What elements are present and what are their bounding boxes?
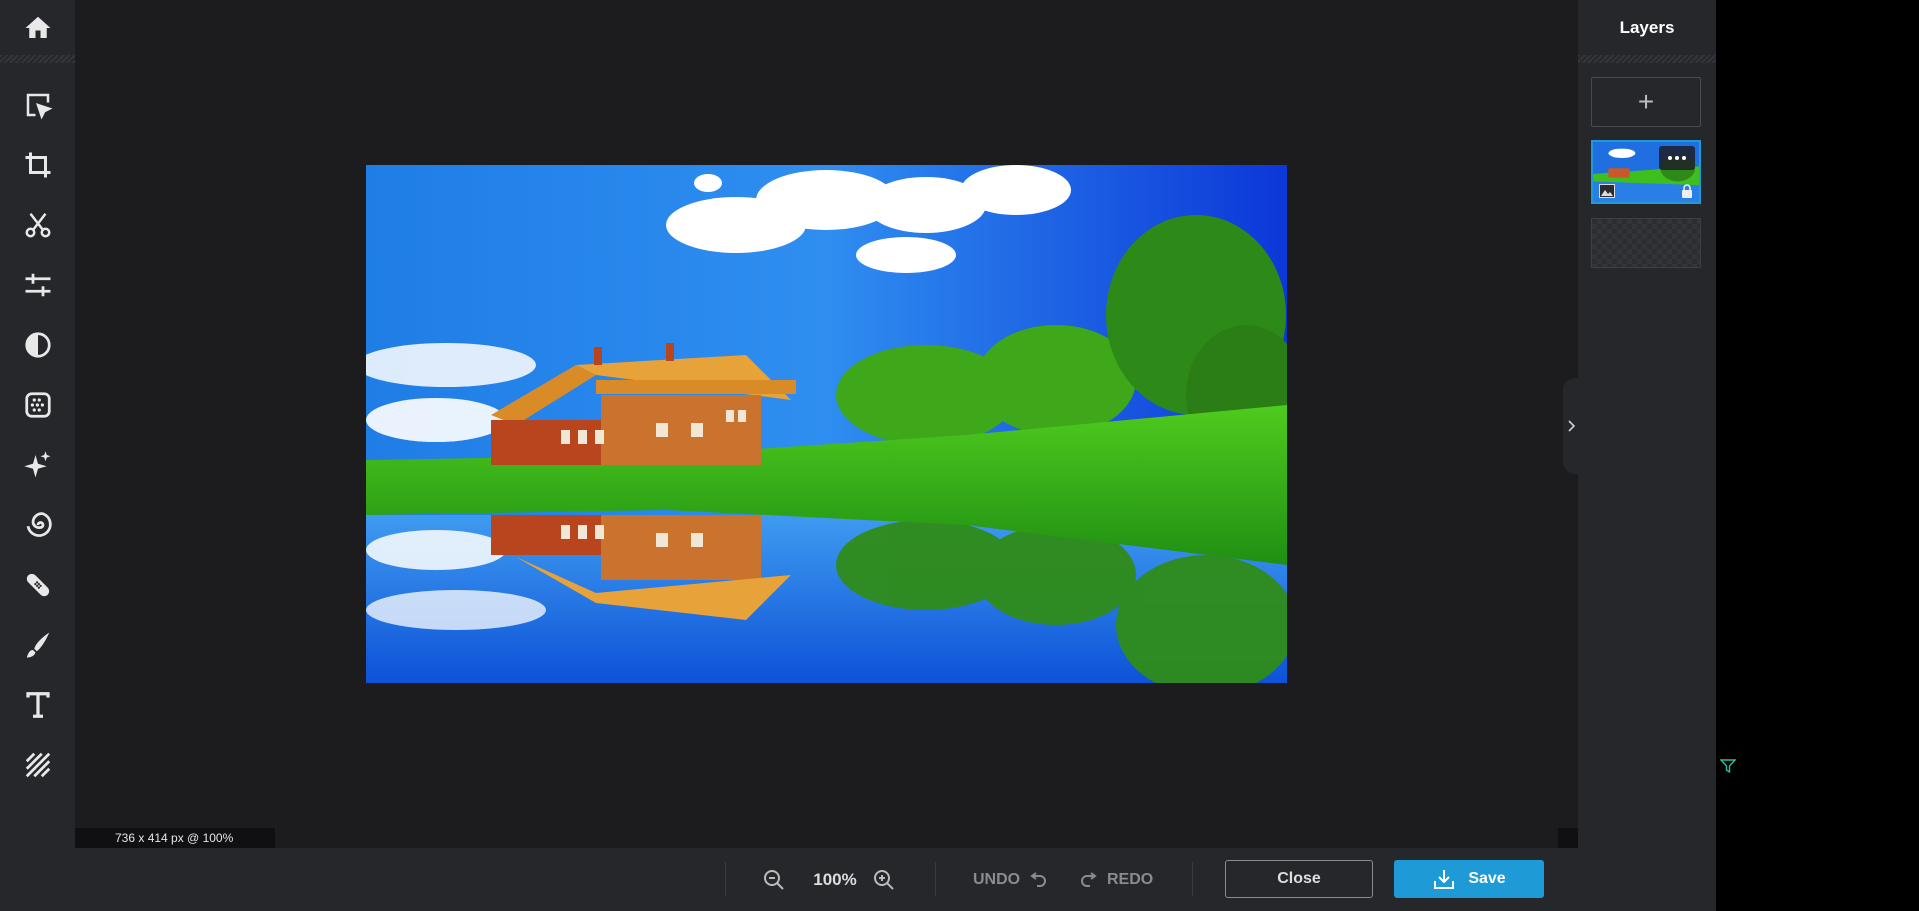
divider [1192, 862, 1193, 896]
crop-icon [25, 152, 50, 178]
tool-sidebar [0, 0, 75, 911]
redo-label: REDO [1107, 871, 1154, 888]
canvas-corner [1558, 828, 1578, 848]
landscape-photo [366, 165, 1287, 683]
image-layer-icon [1599, 184, 1615, 198]
spiral-icon [26, 512, 52, 537]
adjust-tool-button[interactable] [0, 260, 75, 310]
panel-collapse-toggle[interactable] [1563, 378, 1578, 474]
select-tool-button[interactable] [0, 80, 75, 130]
image-dimensions-label: 736 x 414 px @ 100% [75, 828, 275, 848]
download-icon [1434, 870, 1455, 889]
layer-more-button[interactable] [1659, 146, 1695, 170]
select-arrow-icon [26, 93, 53, 120]
undo-icon [1030, 872, 1047, 887]
ai-tools-button[interactable] [0, 440, 75, 490]
scissors-icon [25, 212, 50, 238]
undo-button[interactable]: UNDO [973, 866, 1048, 894]
text-icon [25, 692, 50, 718]
home-button[interactable] [0, 0, 75, 55]
zoom-level: 100% [813, 870, 857, 889]
draw-tool-button[interactable] [0, 620, 75, 670]
texture-lines-icon [25, 752, 50, 778]
layer-item-empty[interactable] [1591, 218, 1701, 268]
canvas-area[interactable] [75, 0, 1578, 848]
photo-editor: 736 x 414 px @ 100% 100% UNDO REDO Close… [0, 0, 1716, 911]
filter-icon[interactable] [1720, 758, 1736, 774]
bottom-toolbar: 100% UNDO REDO Close Save [75, 848, 1578, 911]
canvas-image[interactable] [366, 165, 1287, 683]
chevron-right-icon [1567, 420, 1575, 432]
layer-item-image[interactable] [1591, 140, 1701, 204]
effects-tool-button[interactable] [0, 380, 75, 430]
divider [935, 862, 936, 896]
layers-panel: Layers + [1578, 0, 1716, 911]
zoom-out-icon[interactable] [762, 868, 786, 892]
cutout-tool-button[interactable] [0, 200, 75, 250]
layers-title: Layers [1619, 18, 1675, 37]
more-dots-icon [1668, 156, 1686, 160]
textures-tool-button[interactable] [0, 740, 75, 790]
zoom-in-icon[interactable] [872, 868, 896, 892]
crop-tool-button[interactable] [0, 140, 75, 190]
effects-grid-icon [24, 392, 51, 418]
lock-icon[interactable] [1681, 184, 1693, 198]
adjust-sliders-icon [25, 273, 50, 297]
layers-divider [1578, 55, 1716, 63]
brush-icon [26, 632, 49, 658]
toolbar-divider [0, 55, 75, 63]
redo-icon [1081, 872, 1097, 887]
divider [725, 862, 726, 896]
close-button[interactable]: Close [1225, 860, 1373, 898]
bandage-icon [26, 573, 49, 597]
distort-tool-button[interactable] [0, 500, 75, 550]
contrast-icon [24, 332, 51, 358]
filters-tool-button[interactable] [0, 320, 75, 370]
text-tool-button[interactable] [0, 680, 75, 730]
home-icon [25, 16, 50, 38]
save-label: Save [1468, 870, 1506, 887]
redo-button[interactable]: REDO [1079, 866, 1153, 894]
retouch-tool-button[interactable] [0, 560, 75, 610]
add-layer-button[interactable]: + [1591, 77, 1701, 127]
sparkle-icon [23, 451, 50, 478]
save-button[interactable]: Save [1394, 860, 1544, 898]
undo-label: UNDO [973, 871, 1021, 888]
